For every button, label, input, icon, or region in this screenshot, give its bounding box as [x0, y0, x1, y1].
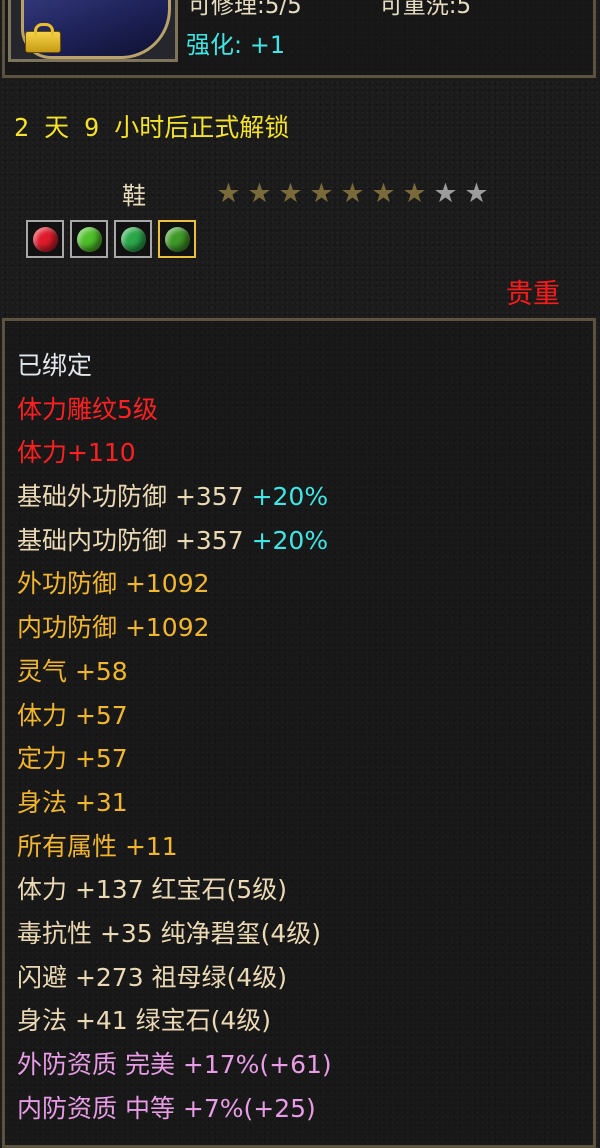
tili-stat: 体力 +57: [17, 700, 128, 730]
dingli-stat: 定力 +57: [17, 744, 128, 774]
unlock-notice: 2 天 9 小时后正式解锁: [14, 113, 290, 142]
gem-poison-resist-stat: 毒抗性 +35 纯净碧玺(4级): [17, 918, 322, 948]
star-filled-icon: ★: [216, 178, 241, 209]
item-icon-frame[interactable]: [8, 0, 178, 62]
star-filled-icon: ★: [309, 178, 334, 209]
bound-status: 已绑定: [17, 351, 93, 380]
base-inner-defense: 基础内功防御 +357 +20%: [17, 519, 332, 563]
gem-sockets: [26, 220, 196, 258]
base-inner-defense-value: 基础内功防御 +357: [17, 525, 252, 555]
star-rating: ★ ★ ★ ★ ★ ★ ★ ★ ★: [214, 180, 491, 208]
gem-tili-stat: 体力 +137 红宝石(5级): [17, 875, 287, 905]
base-outer-defense-value: 基础外功防御 +357: [17, 482, 252, 512]
gem-slot[interactable]: [158, 220, 196, 258]
star-filled-icon: ★: [371, 178, 396, 209]
emerald-gem-icon: [165, 227, 190, 252]
inner-defense-quality: 内防资质 中等 +7%(+25): [17, 1093, 316, 1123]
engrave-level: 体力雕纹5级: [17, 394, 158, 424]
star-filled-icon: ★: [247, 178, 272, 209]
base-inner-defense-bonus: +20%: [251, 525, 329, 555]
recast-count: 可重洗:5: [379, 0, 472, 19]
all-attributes-stat: 所有属性 +11: [17, 831, 178, 861]
gem-slot[interactable]: [114, 220, 152, 258]
jade-gem-icon: [121, 227, 146, 252]
star-filled-icon: ★: [402, 178, 427, 209]
gem-shenfa-stat: 身法 +41 绿宝石(4级): [17, 1006, 272, 1036]
gem-slot[interactable]: [26, 220, 64, 258]
green-gem-icon: [77, 227, 102, 252]
star-filled-icon: ★: [340, 178, 365, 209]
engrave-bonus: 体力+110: [17, 438, 136, 468]
gem-dodge-stat: 闪避 +273 祖母绿(4级): [17, 962, 287, 992]
star-empty-icon: ★: [433, 178, 458, 209]
outer-defense: 外功防御 +1092: [17, 569, 210, 599]
ruby-gem-icon: [33, 227, 58, 252]
shenfa-stat: 身法 +31: [17, 787, 128, 817]
repair-count: 可修理:5/5: [188, 0, 302, 19]
gem-slot[interactable]: [70, 220, 108, 258]
inner-defense: 内功防御 +1092: [17, 613, 210, 643]
base-outer-defense-bonus: +20%: [251, 482, 329, 512]
attribute-list: 已绑定 体力雕纹5级 体力+110 基础外功防御 +357 +20% 基础内功防…: [17, 344, 332, 1130]
star-empty-icon: ★: [464, 178, 489, 209]
enhance-level: 强化: +1: [186, 31, 286, 59]
star-filled-icon: ★: [278, 178, 303, 209]
item-type-label: 鞋: [122, 182, 146, 210]
rarity-label: 贵重: [506, 279, 560, 310]
base-outer-defense: 基础外功防御 +357 +20%: [17, 475, 332, 519]
outer-defense-quality: 外防资质 完美 +17%(+61): [17, 1050, 332, 1079]
lock-icon: [25, 23, 61, 53]
lingqi-stat: 灵气 +58: [17, 656, 128, 686]
durability-line: 可修理:5/5 可重洗:5: [188, 0, 471, 20]
